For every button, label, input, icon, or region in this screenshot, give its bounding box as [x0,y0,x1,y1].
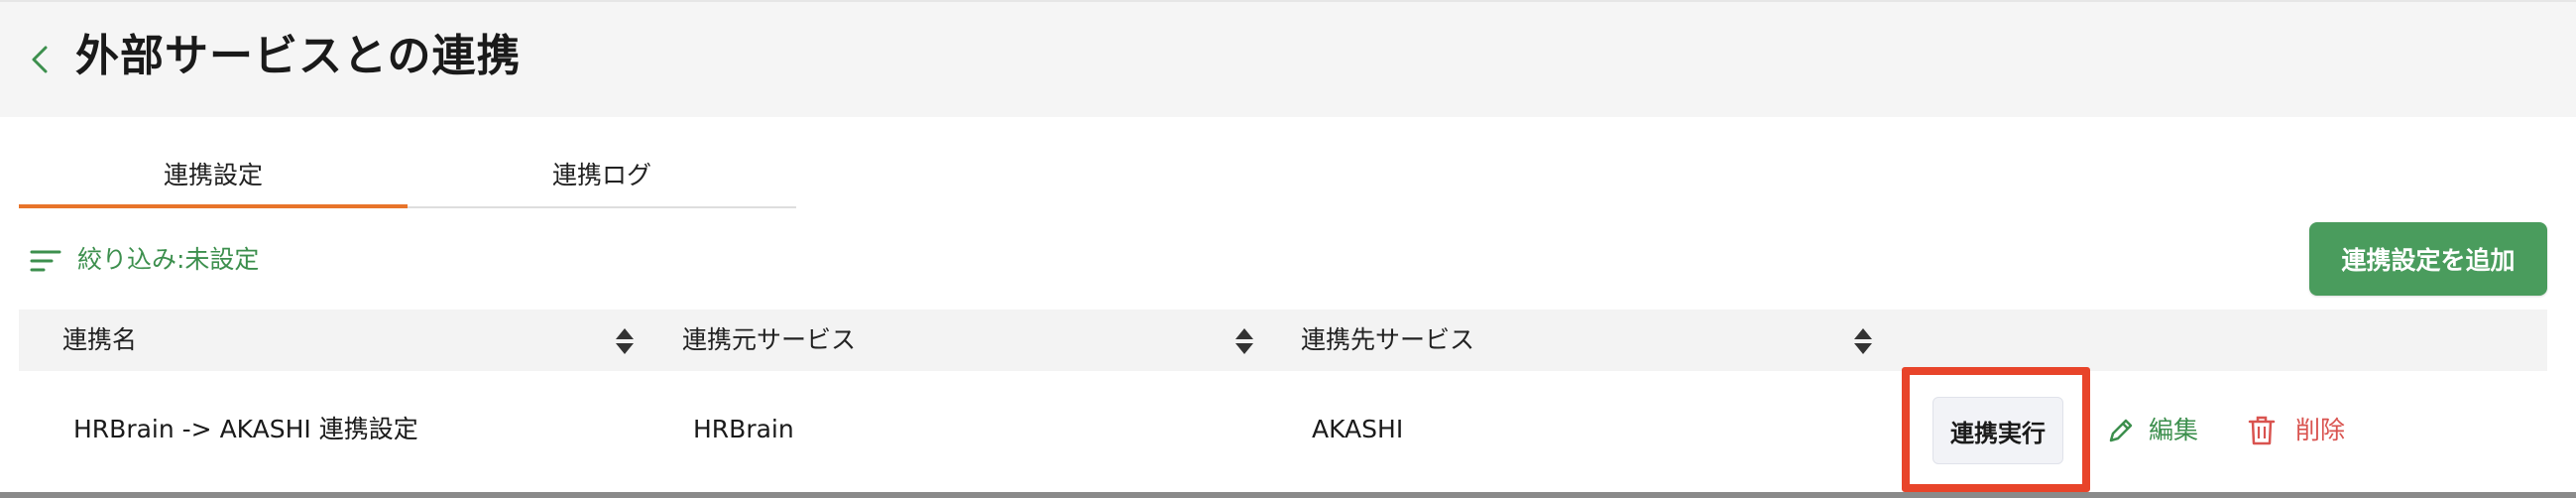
edit-label: 編集 [2149,416,2199,444]
tab-integration-settings[interactable]: 連携設定 [19,149,408,206]
run-integration-button[interactable]: 連携実行 [1932,397,2063,464]
cell-integration-name: HRBrain -> AKASHI 連携設定 [73,415,418,443]
chevron-left-icon[interactable] [26,40,56,79]
trash-icon [2248,415,2276,446]
tab-bar: 連携設定 連携ログ [19,149,796,210]
column-header-name: 連携名 [62,325,138,354]
delete-label: 削除 [2295,416,2346,444]
column-header-source: 連携元サービス [682,325,857,354]
cell-source-service: HRBrain [693,415,794,443]
page-title: 外部サービスとの連携 [75,31,522,81]
sort-icon[interactable] [1233,326,1255,356]
active-tab-indicator [19,204,408,208]
cell-destination-service: AKASHI [1312,415,1404,443]
bottom-border [0,492,2576,498]
sort-icon[interactable] [614,326,636,356]
sort-icon[interactable] [1852,326,1874,356]
filter-label: 絞り込み:未設定 [77,245,260,274]
tab-integration-log[interactable]: 連携ログ [408,149,796,206]
table-header: 連携名 連携元サービス 連携先サービス [19,310,2547,372]
page-header: 外部サービスとの連携 [0,0,2576,117]
column-header-destination: 連携先サービス [1301,325,1475,354]
add-integration-button[interactable]: 連携設定を追加 [2309,222,2547,296]
filter-lines-icon [30,248,63,276]
pencil-icon [2107,417,2135,444]
